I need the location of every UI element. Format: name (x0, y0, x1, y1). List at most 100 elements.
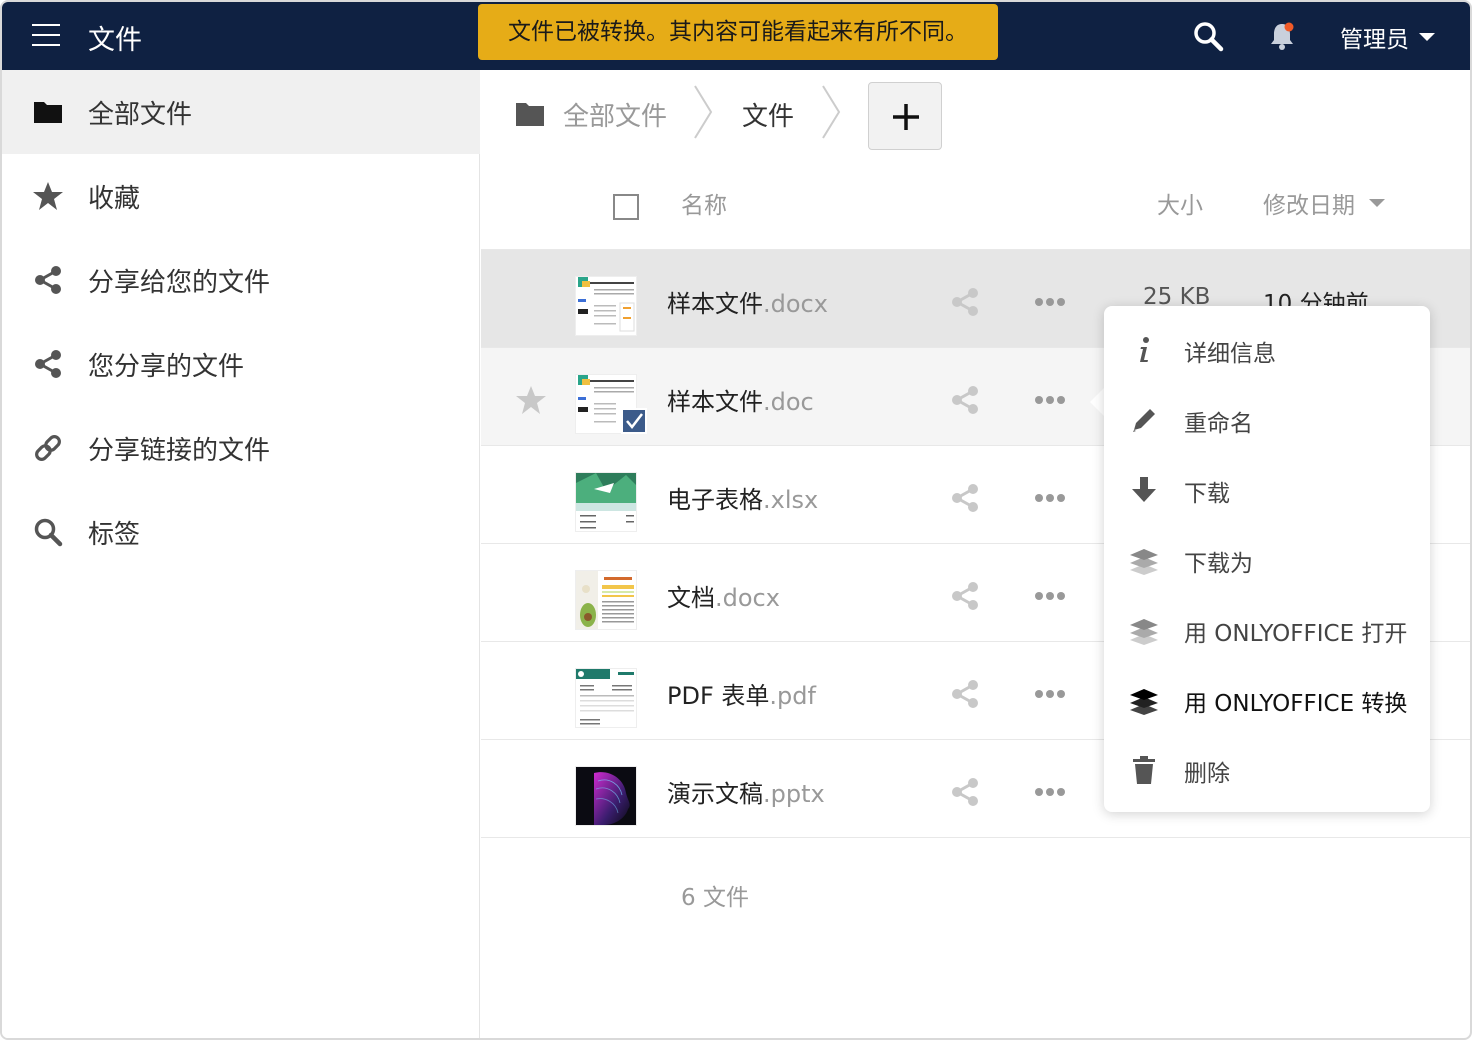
download-icon (1132, 477, 1156, 502)
file-extension: .pptx (763, 780, 825, 808)
star-icon[interactable] (515, 384, 547, 416)
layers-icon (1130, 549, 1158, 575)
sidebar-item-shared-with-you[interactable]: 分享给您的文件 (2, 238, 480, 322)
share-icon[interactable] (949, 384, 981, 416)
folder-icon (32, 96, 64, 128)
more-actions-icon[interactable] (1033, 678, 1067, 710)
column-header-name[interactable]: 名称 (681, 186, 727, 220)
file-extension: .pdf (769, 682, 816, 710)
menu-item-download-as[interactable]: 下载为 (1104, 524, 1430, 594)
sidebar-item-label: 分享给您的文件 (88, 267, 271, 298)
breadcrumb: 全部文件 文件 (481, 70, 1470, 154)
trash-icon (1133, 756, 1155, 784)
share-icon (32, 264, 64, 296)
menu-item-details[interactable]: 详细信息 (1104, 314, 1430, 384)
hamburger-menu-icon[interactable] (32, 24, 60, 46)
share-icon[interactable] (949, 678, 981, 710)
file-list-header: 名称 大小 修改日期 (481, 166, 1470, 250)
search-icon[interactable] (1192, 20, 1224, 52)
column-header-size[interactable]: 大小 (1157, 186, 1203, 220)
sidebar-item-label: 分享链接的文件 (88, 435, 271, 466)
add-new-button[interactable] (868, 82, 942, 150)
sidebar-item-label: 标签 (88, 519, 141, 550)
file-name[interactable]: 样本文件.doc (667, 382, 814, 417)
file-thumbnail (575, 472, 637, 532)
file-name[interactable]: 演示文稿.pptx (667, 774, 825, 809)
checkmark-icon (626, 413, 643, 429)
file-actions-menu: 详细信息 重命名 下载 下载为 用 ONLYOFFICE 打开 用 ONLYOF… (1104, 306, 1430, 812)
menu-item-label: 用 ONLYOFFICE 打开 (1184, 621, 1408, 647)
file-name-base: 电子表格 (667, 486, 763, 514)
notification-dot (1284, 22, 1294, 32)
more-actions-icon[interactable] (1033, 384, 1067, 416)
sidebar-item-favorites[interactable]: 收藏 (2, 154, 480, 238)
file-name-base: PDF 表单 (667, 682, 770, 710)
select-all-checkbox[interactable] (613, 194, 639, 220)
share-icon[interactable] (949, 580, 981, 612)
star-icon (32, 180, 64, 212)
file-name-base: 演示文稿 (667, 780, 763, 808)
column-header-date[interactable]: 修改日期 (1263, 186, 1385, 220)
layers-icon (1130, 619, 1158, 645)
top-bar: 文件 文件已被转换。其内容可能看起来有所不同。 管理员 (2, 2, 1470, 70)
sidebar-item-all-files[interactable]: 全部文件 (2, 70, 480, 154)
share-icon (32, 348, 64, 380)
file-name[interactable]: 电子表格.xlsx (667, 480, 818, 515)
file-thumbnail (575, 570, 637, 630)
app-title: 文件 (88, 25, 142, 56)
breadcrumb-item-all-files[interactable]: 全部文件 (563, 96, 667, 133)
menu-item-delete[interactable]: 删除 (1104, 734, 1430, 804)
conversion-toast: 文件已被转换。其内容可能看起来有所不同。 (478, 4, 998, 60)
sidebar-item-label: 您分享的文件 (88, 351, 245, 382)
more-actions-icon[interactable] (1033, 286, 1067, 318)
menu-item-label: 详细信息 (1184, 341, 1276, 367)
sidebar-item-shared-by-you[interactable]: 您分享的文件 (2, 322, 480, 406)
file-thumbnail (575, 668, 637, 728)
share-icon[interactable] (949, 286, 981, 318)
share-icon[interactable] (949, 482, 981, 514)
file-name-base: 文档 (667, 584, 715, 612)
sidebar-item-shared-by-link[interactable]: 分享链接的文件 (2, 406, 480, 490)
menu-item-convert-onlyoffice[interactable]: 用 ONLYOFFICE 转换 (1104, 664, 1430, 734)
pencil-icon (1133, 409, 1155, 432)
menu-item-label: 下载为 (1184, 551, 1253, 577)
file-name-base: 样本文件 (667, 388, 763, 416)
sidebar-item-tags[interactable]: 标签 (2, 490, 480, 574)
breadcrumb-separator-icon (822, 85, 841, 139)
file-name[interactable]: 样本文件.docx (667, 284, 828, 319)
menu-item-label: 重命名 (1184, 411, 1253, 437)
file-count-summary: 6 文件 (681, 885, 749, 911)
menu-item-rename[interactable]: 重命名 (1104, 384, 1430, 454)
chevron-down-icon (1419, 33, 1435, 41)
info-icon (1140, 337, 1149, 362)
file-extension: .xlsx (763, 486, 819, 514)
more-actions-icon[interactable] (1033, 776, 1067, 808)
user-menu[interactable]: 管理员 (1340, 20, 1435, 54)
file-extension: .docx (715, 584, 780, 612)
more-actions-icon[interactable] (1033, 580, 1067, 612)
menu-item-label: 用 ONLYOFFICE 转换 (1184, 691, 1408, 717)
search-icon (32, 516, 64, 548)
sidebar-item-label: 全部文件 (88, 99, 193, 130)
share-icon[interactable] (949, 776, 981, 808)
more-actions-icon[interactable] (1033, 482, 1067, 514)
user-name: 管理员 (1340, 27, 1409, 53)
file-thumbnail (575, 766, 637, 826)
link-icon (32, 432, 64, 464)
folder-icon[interactable] (515, 100, 545, 128)
file-name[interactable]: 文档.docx (667, 578, 780, 613)
sidebar-item-label: 收藏 (88, 183, 141, 214)
column-header-date-label: 修改日期 (1263, 193, 1355, 219)
selected-checkbox[interactable] (621, 408, 647, 434)
menu-item-open-onlyoffice[interactable]: 用 ONLYOFFICE 打开 (1104, 594, 1430, 664)
breadcrumb-separator-icon (694, 85, 713, 139)
menu-item-download[interactable]: 下载 (1104, 454, 1430, 524)
notification-bell-icon[interactable] (1266, 20, 1298, 52)
file-thumbnail (575, 276, 637, 336)
file-name-base: 样本文件 (667, 290, 763, 318)
file-extension: .doc (763, 388, 814, 416)
app-window: 文件 文件已被转换。其内容可能看起来有所不同。 管理员 全部文件 收藏 分享给您… (0, 0, 1472, 1040)
breadcrumb-item-files[interactable]: 文件 (742, 96, 794, 133)
file-name[interactable]: PDF 表单.pdf (667, 676, 816, 711)
sidebar: 全部文件 收藏 分享给您的文件 您分享的文件 分享链接的文件 标签 (2, 70, 480, 1038)
